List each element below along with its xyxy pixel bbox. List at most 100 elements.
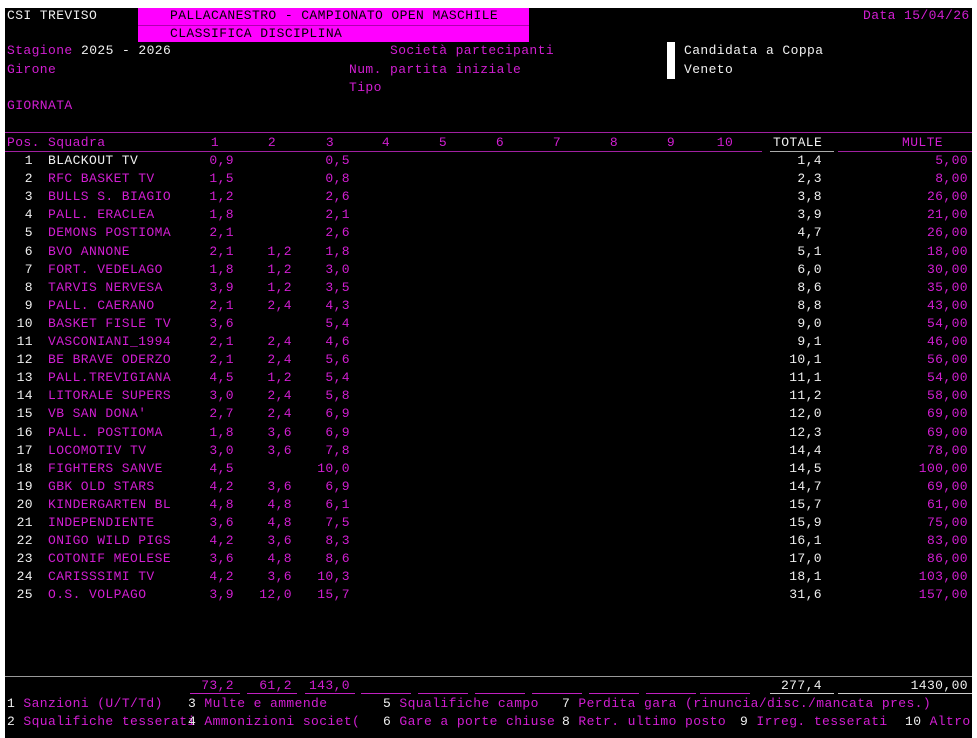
row-team-name: BE BRAVE ODERZO: [48, 352, 172, 368]
col-header-10: 10: [716, 135, 734, 150]
candidata-label-1: Candidata a Coppa: [684, 43, 824, 58]
terminal-screen: CSI TREVISO PALLACANESTRO - CAMPIONATO O…: [5, 8, 972, 738]
row-pos: 7: [24, 261, 33, 277]
partita-label: Num. partita iniziale: [349, 62, 522, 77]
row-value-col2: 2,4: [267, 406, 292, 422]
row-pos: 8: [24, 279, 33, 295]
legend-label: Gare a porte chiuse: [399, 714, 556, 729]
total-underline-9: [646, 693, 696, 694]
row-pos: 10: [16, 315, 33, 331]
row-value-col3: 7,5: [325, 515, 350, 530]
row-team-name: CARISSSIMI TV: [48, 569, 155, 585]
row-team-name: PALL. ERACLEA: [48, 207, 155, 223]
legend-item: 2 Squalifiche tesserati: [7, 714, 196, 730]
candidata-checkbox[interactable]: [667, 42, 675, 79]
row-value-col1: 2,7: [209, 406, 234, 422]
legend-item: 3 Multe e ammende: [188, 696, 327, 712]
row-team-name: PALL. CAERANO: [48, 297, 155, 313]
row-team-name: BVO ANNONE: [48, 243, 131, 259]
legend-label: Squalifiche campo: [399, 696, 539, 711]
row-value-col3: 1,8: [325, 243, 350, 259]
row-multe: 58,00: [926, 388, 968, 404]
legend-number: 5: [383, 696, 400, 711]
row-pos: 20: [16, 496, 33, 512]
row-value-col3: 0,8: [325, 171, 350, 187]
row-team-name: BASKET FISLE TV: [48, 315, 172, 331]
row-value-col3: 7,8: [325, 442, 350, 458]
legend-label: Sanzioni (U/T/Td): [23, 696, 163, 711]
row-value-col1: 2,1: [209, 334, 234, 349]
row-multe: 78,00: [926, 442, 968, 458]
legend-item: 8 Retr. ultimo posto: [562, 714, 726, 730]
total-underline-10: [700, 693, 750, 694]
row-value-col1: 1,5: [209, 171, 234, 187]
row-value-col1: 3,6: [209, 315, 234, 331]
row-team-name: COTONIF MEOLESE: [48, 551, 172, 567]
stagione-label: Stagione: [7, 43, 73, 58]
col-header-3: 3: [325, 135, 335, 150]
row-value-col3: 5,6: [325, 352, 350, 368]
row-team-name: FIGHTERS SANVE: [48, 460, 163, 476]
row-totale: 11,2: [789, 388, 822, 404]
row-value-col1: 3,9: [209, 279, 234, 295]
total-underline-3: [305, 693, 355, 694]
row-value-col2: 2,4: [267, 352, 292, 368]
row-value-col1: 4,8: [209, 496, 234, 512]
row-multe: 100,00: [918, 460, 968, 476]
row-value-col1: 3,0: [209, 442, 234, 458]
row-pos: 23: [16, 551, 33, 567]
legend-number: 2: [7, 714, 24, 729]
row-totale: 11,1: [789, 370, 822, 386]
row-team-name: VB SAN DONA': [48, 406, 147, 422]
row-pos: 16: [16, 424, 33, 440]
row-value-col3: 6,1: [325, 496, 350, 512]
row-team-name: BLACKOUT TV: [48, 153, 139, 168]
row-totale: 14,4: [789, 442, 822, 458]
row-value-col2: 2,4: [267, 297, 292, 313]
row-totale: 4,7: [797, 225, 822, 241]
row-totale: 8,6: [797, 279, 822, 295]
giornata-label: GIORNATA: [7, 98, 73, 113]
row-value-col3: 10,3: [317, 569, 350, 585]
row-totale: 9,1: [797, 334, 822, 349]
row-value-col2: 2,4: [267, 334, 292, 349]
row-value-col3: 6,9: [325, 406, 350, 422]
total-col1: 73,2: [201, 678, 234, 693]
row-team-name: DEMONS POSTIOMA: [48, 225, 172, 241]
header-divider-right: [838, 151, 972, 152]
row-multe: 46,00: [926, 334, 968, 349]
row-value-col1: 4,5: [209, 460, 234, 476]
total-underline-8: [589, 693, 639, 694]
row-pos: 17: [16, 442, 33, 458]
col-totale: TOTALE: [773, 135, 823, 150]
row-totale: 3,8: [797, 189, 822, 205]
row-value-col1: 2,1: [209, 352, 234, 368]
row-multe: 69,00: [926, 478, 968, 494]
row-totale: 14,7: [789, 478, 822, 494]
row-value-col1: 4,2: [209, 533, 234, 549]
row-pos: 12: [16, 352, 33, 368]
total-underline-5: [418, 693, 468, 694]
legend-number: 1: [7, 696, 24, 711]
row-value-col3: 0,5: [325, 153, 350, 168]
row-pos: 2: [24, 171, 33, 187]
row-team-name: PALL. POSTIOMA: [48, 424, 163, 440]
row-multe: 21,00: [926, 207, 968, 223]
legend-label: Ammonizioni societ(: [204, 714, 361, 729]
legend-label: Squalifiche tesserati: [23, 714, 196, 729]
row-value-col2: 4,8: [267, 496, 292, 512]
row-multe: 43,00: [926, 297, 968, 313]
row-team-name: TARVIS NERVESA: [48, 279, 163, 295]
row-value-col1: 2,1: [209, 297, 234, 313]
row-value-col2: 1,2: [267, 261, 292, 277]
row-pos: 15: [16, 406, 33, 422]
row-totale: 5,1: [797, 243, 822, 259]
row-multe: 75,00: [926, 515, 968, 530]
row-value-col3: 3,5: [325, 279, 350, 295]
row-value-col1: 3,6: [209, 515, 234, 530]
row-value-col2: 1,2: [267, 279, 292, 295]
row-totale: 14,5: [789, 460, 822, 476]
row-pos: 21: [16, 515, 33, 530]
legend-number: 3: [188, 696, 205, 711]
row-pos: 6: [24, 243, 33, 259]
